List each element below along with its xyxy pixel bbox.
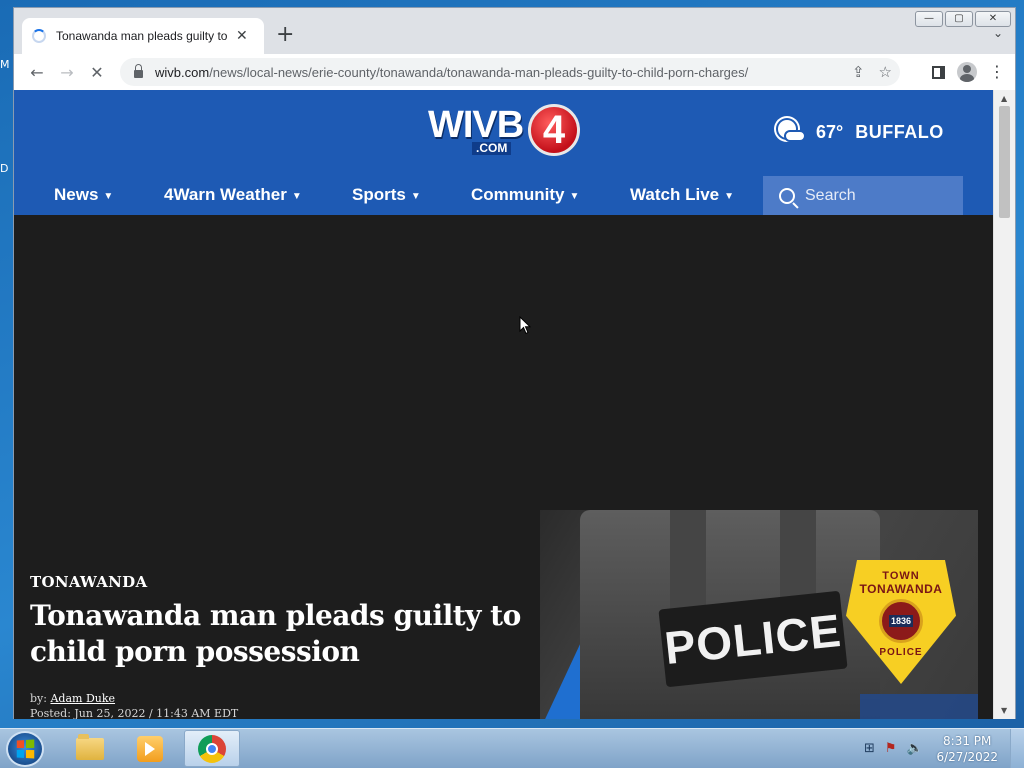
browser-tab[interactable]: Tonawanda man pleads guilty to child por… [22,18,264,54]
system-tray: ⊞ ⚑ 🔈 [864,741,923,756]
search-placeholder: Search [805,186,856,204]
article-hero-image[interactable]: POLICE TOWN TONAWANDA 1836 POLICE [540,510,978,719]
logo-com: .COM [472,142,512,155]
site-header: WIVB .COM 4 67° BUFFALO News ▼ 4Warn Weat… [14,90,994,215]
media-player-icon [137,735,163,762]
minimize-button[interactable]: — [915,11,943,27]
police-vest-graphic: POLICE [580,510,880,719]
forward-arrow-icon[interactable]: → [52,63,82,82]
browser-toolbar: ← → ✕ wivb.com/news/local-news/erie-coun… [14,54,1015,90]
nav-item-watch-live[interactable]: Watch Live ▼ [630,185,734,205]
logo-channel-number: 4 [542,108,566,152]
caret-down-icon: ▼ [569,191,580,202]
url-path: /news/local-news/erie-county/tonawanda/t… [209,64,749,80]
caret-down-icon: ▼ [103,191,114,202]
vest-police-text: POLICE [662,603,844,675]
browser-window: Tonawanda man pleads guilty to child por… [13,7,1016,719]
author-link[interactable]: Adam Duke [50,692,115,705]
share-icon[interactable]: ⇪ [852,63,865,81]
badge-name-text: TONAWANDA [859,582,943,596]
taskbar-media-player-button[interactable] [122,730,178,767]
stop-loading-icon[interactable]: ✕ [82,63,112,82]
page-viewport: WIVB .COM 4 67° BUFFALO News ▼ 4Warn Weat… [14,90,994,719]
badge-seal: 1836 [879,599,923,643]
loading-spinner-icon [32,29,46,43]
tab-close-icon[interactable]: ✕ [236,28,248,44]
action-center-flag-icon[interactable]: ⚑ [885,741,897,756]
new-tab-button[interactable]: + [276,24,294,46]
tab-strip: Tonawanda man pleads guilty to child por… [14,8,1015,54]
nav-label: Watch Live [630,185,720,204]
browser-menu-icon[interactable]: ⋮ [989,64,1005,80]
caret-down-icon: ▼ [724,191,735,202]
scroll-up-arrow-icon[interactable]: ▲ [1001,94,1007,103]
bookmark-star-icon[interactable]: ☆ [879,63,892,81]
volume-icon[interactable]: 🔈 [907,741,923,756]
system-clock[interactable]: 8:31 PM 6/27/2022 [936,733,998,765]
taskbar-explorer-button[interactable] [62,730,118,767]
badge-police-text: POLICE [879,647,923,658]
scroll-thumb[interactable] [999,106,1010,218]
close-window-button[interactable]: ✕ [975,11,1011,27]
caret-down-icon: ▼ [291,191,302,202]
main-nav: News ▼ 4Warn Weather ▼ Sports ▼ Community ▼ … [14,175,994,215]
nav-label: News [54,185,99,204]
taskbar-chrome-button[interactable] [184,730,240,767]
logo-channel-circle: 4 [528,104,580,156]
badge-year-text: 1836 [888,615,914,627]
article-posted-date: Posted: Jun 25, 2022 / 11:43 AM EDT [30,707,239,719]
site-search-input[interactable]: Search [763,176,963,215]
clock-date: 6/27/2022 [936,750,998,764]
desktop-icon-label-m[interactable]: M [0,58,10,71]
byline-prefix: by: [30,692,47,705]
url-domain: wivb.com [155,64,210,80]
url-text[interactable]: wivb.com/news/local-news/erie-county/ton… [155,65,748,80]
address-bar[interactable]: wivb.com/news/local-news/erie-county/ton… [120,58,900,86]
partly-cloudy-icon [776,120,806,144]
nav-item-sports[interactable]: Sports ▼ [352,185,421,205]
tab-search-chevron-icon[interactable]: ⌄ [993,26,1003,40]
article-category[interactable]: TONAWANDA [30,573,147,591]
caret-down-icon: ▼ [410,191,421,202]
lock-icon[interactable] [134,64,143,78]
wivb-logo[interactable]: WIVB .COM 4 [428,104,584,160]
nav-label: Community [471,185,565,204]
nav-label: 4Warn Weather [164,185,287,204]
article-headline: Tonawanda man pleads guilty to child por… [30,599,521,668]
badge-town-text: TOWN [882,570,920,582]
taskbar: ⊞ ⚑ 🔈 8:31 PM 6/27/2022 [0,728,1024,768]
chrome-icon [198,734,226,763]
windows-logo-icon [16,739,35,759]
logo-wordmark: WIVB [428,104,524,146]
clock-time: 8:31 PM [943,734,992,748]
scroll-down-arrow-icon[interactable]: ▼ [1001,706,1007,715]
window-controls: — ▢ ✕ [915,11,1011,27]
maximize-button[interactable]: ▢ [945,11,973,27]
start-button[interactable] [6,731,44,767]
search-icon [779,187,795,204]
side-panel-icon[interactable] [932,65,945,79]
tab-title: Tonawanda man pleads guilty to child por… [56,29,228,43]
weather-temperature: 67° [816,121,844,142]
network-icon[interactable]: ⊞ [864,741,875,756]
nav-item-news[interactable]: News ▼ [54,185,113,205]
article-byline: by: Adam Duke [30,692,115,705]
profile-avatar-icon[interactable] [957,62,977,82]
weather-widget[interactable]: 67° BUFFALO [776,120,944,144]
back-arrow-icon[interactable]: ← [22,63,52,82]
weather-city: BUFFALO [855,121,944,142]
desktop-icon-label-d[interactable]: D [0,162,8,175]
show-desktop-button[interactable] [1010,729,1024,768]
nav-label: Sports [352,185,406,204]
nav-item-community[interactable]: Community ▼ [471,185,579,205]
folder-icon [76,733,104,760]
nav-item-4warn-weather[interactable]: 4Warn Weather ▼ [164,185,302,205]
vertical-scrollbar[interactable]: ▲ ▼ [993,90,1015,719]
